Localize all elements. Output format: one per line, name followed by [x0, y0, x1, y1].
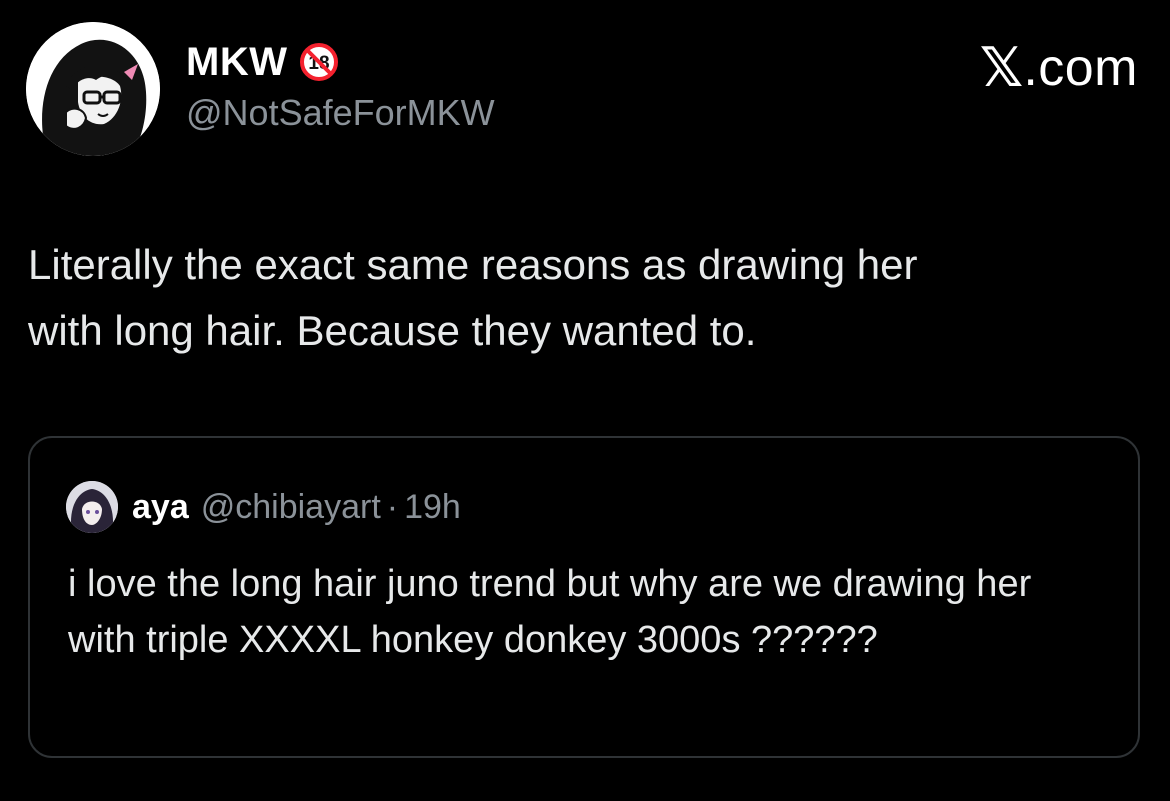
quote-handle[interactable]: @chibiayart: [201, 488, 381, 527]
anime-avatar-icon: [66, 481, 118, 533]
tweet-text: Literally the exact same reasons as draw…: [28, 241, 918, 354]
author-handle[interactable]: @NotSafeForMKW: [186, 92, 495, 134]
author-name-block: MKW 18 @NotSafeForMKW: [186, 38, 495, 134]
quote-text: i love the long hair juno trend but why …: [68, 563, 1032, 661]
no-under-18-icon: 18: [300, 43, 339, 81]
author-display-name[interactable]: MKW: [186, 40, 287, 85]
anime-avatar-icon: [26, 22, 160, 156]
brand-suffix: .com: [1023, 38, 1138, 97]
quote-author-avatar[interactable]: [66, 481, 118, 533]
quote-header: aya @chibiayart · 19h: [66, 481, 461, 533]
author-name-row: MKW 18: [186, 38, 495, 86]
separator-dot: ·: [386, 487, 399, 526]
x-logo-icon: 𝕏: [979, 36, 1024, 99]
quote-display-name[interactable]: aya: [132, 488, 189, 527]
quote-tweet-card[interactable]: aya @chibiayart · 19h i love the long ha…: [28, 436, 1140, 758]
author-avatar[interactable]: [26, 22, 160, 156]
tweet-header: MKW 18 @NotSafeForMKW 𝕏 .com: [26, 18, 1146, 168]
quote-timestamp[interactable]: 19h: [404, 488, 461, 527]
x-logo: 𝕏 .com: [980, 36, 1138, 99]
